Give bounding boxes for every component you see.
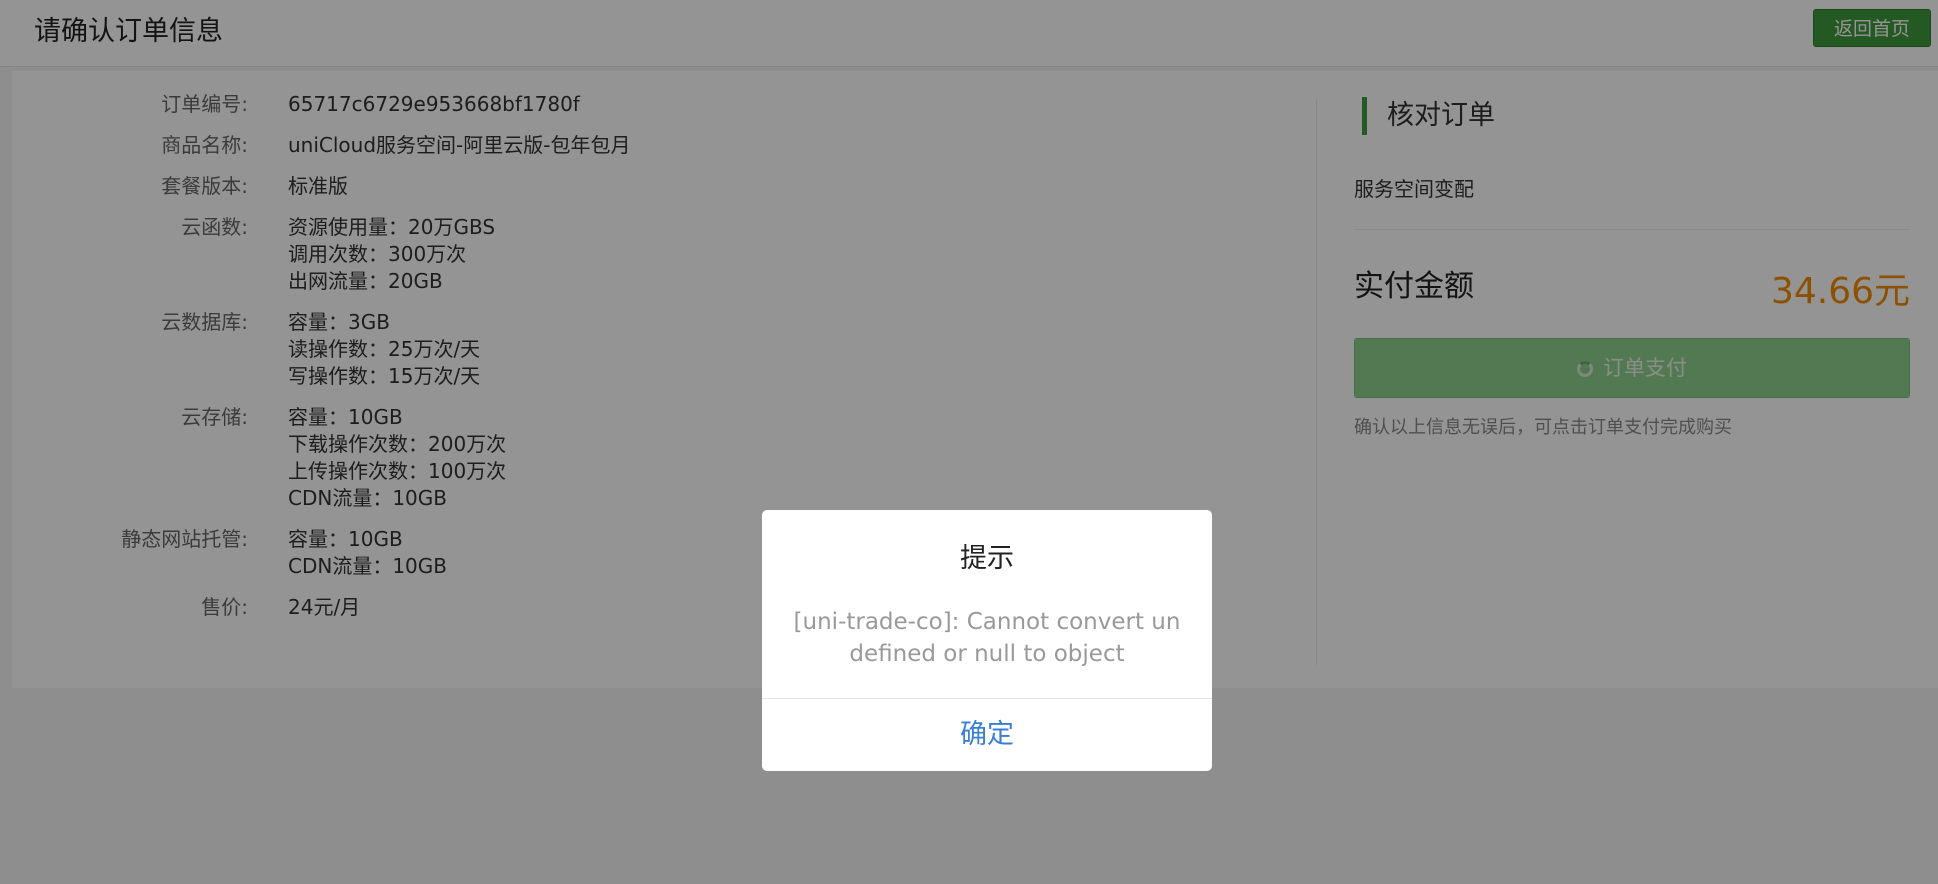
alert-dialog: 提示 [uni-trade-co]: Cannot convert undefi… [762, 510, 1212, 771]
order-confirm-page: 请确认订单信息 返回首页 订单编号: 65717c6729e953668bf178… [0, 0, 1938, 884]
dialog-message: [uni-trade-co]: Cannot convert undefined… [793, 609, 1181, 667]
dialog-footer: 确定 [762, 698, 1212, 771]
dialog-title: 提示 [960, 543, 1014, 574]
confirm-button[interactable]: 确定 [762, 699, 1212, 771]
